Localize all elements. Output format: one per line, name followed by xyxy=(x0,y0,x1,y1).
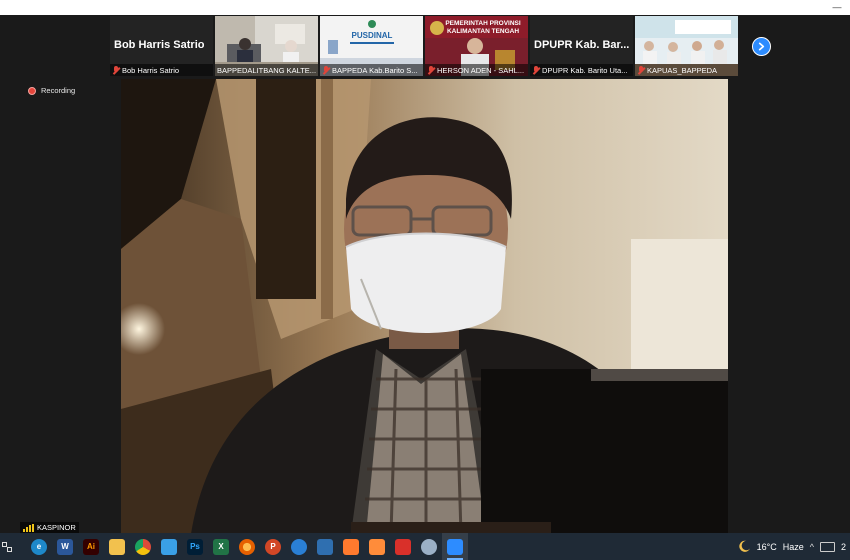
participant-filmstrip: Bob Harris Satrio Bob Harris Satrio BAPP… xyxy=(110,16,745,76)
banner-line-2: KALIMANTAN TENGAH xyxy=(447,28,519,35)
weather-condition[interactable]: Haze xyxy=(783,542,804,552)
participant-name: HERSON ADEN - SAHL... xyxy=(437,65,525,75)
next-page-button[interactable] xyxy=(752,37,771,56)
participant-caption: DPUPR Kab. Barito Uta... xyxy=(530,64,633,76)
participant-caption: BAPPEDALITBANG KALTE... xyxy=(215,64,318,76)
app5-icon[interactable] xyxy=(416,533,442,560)
powerpoint-icon[interactable]: P xyxy=(260,533,286,560)
system-tray: 16°C Haze ^ 2 xyxy=(738,533,850,560)
participant-display-name: Bob Harris Satrio xyxy=(114,39,205,51)
mic-muted-icon xyxy=(637,65,645,75)
firefox-icon[interactable] xyxy=(234,533,260,560)
participant-display-name: DPUPR Kab. Bar... xyxy=(534,39,630,51)
chevron-up-icon[interactable]: ^ xyxy=(810,542,814,552)
app4-icon[interactable] xyxy=(364,533,390,560)
app2-icon[interactable] xyxy=(312,533,338,560)
participant-name: BAPPEDALITBANG KALTE... xyxy=(217,65,317,75)
windows-taskbar: e W Ai Ps X P 16°C Haze ^ 2 xyxy=(0,533,850,560)
participant-tile[interactable]: KAPUAS_BAPPEDA xyxy=(635,16,738,76)
participant-name: BAPPEDA Kab.Barito S... xyxy=(332,65,418,75)
active-speaker-label: KASPINOR xyxy=(20,522,79,533)
photoshop-icon[interactable]: Ps xyxy=(182,533,208,560)
minimize-button[interactable]: — xyxy=(832,3,842,12)
excel-icon[interactable]: X xyxy=(208,533,234,560)
moon-weather-icon[interactable] xyxy=(738,540,751,553)
mic-muted-icon xyxy=(322,65,330,75)
participant-tile[interactable]: DPUPR Kab. Bar... DPUPR Kab. Barito Uta.… xyxy=(530,16,633,76)
mail-icon[interactable] xyxy=(156,533,182,560)
mic-muted-icon xyxy=(427,65,435,75)
chevron-right-icon xyxy=(758,42,765,51)
pusdinal-sign: PUSDINAL xyxy=(352,31,393,40)
participant-name: DPUPR Kab. Barito Uta... xyxy=(542,65,628,75)
participant-tile[interactable]: PEMERINTAH PROVINSI KALIMANTAN TENGAH HE… xyxy=(425,16,528,76)
word-icon[interactable]: W xyxy=(52,533,78,560)
participant-tile[interactable]: PUSDINAL BAPPEDA Kab.Barito S... xyxy=(320,16,423,76)
participant-caption: Bob Harris Satrio xyxy=(110,64,213,76)
illustrator-icon[interactable]: Ai xyxy=(78,533,104,560)
participant-tile[interactable]: BAPPEDALITBANG KALTE... xyxy=(215,16,318,76)
zoom-meeting-window: — Bob Harris Satrio Bob Harris Satrio BA… xyxy=(0,0,850,560)
active-speaker-name: KASPINOR xyxy=(37,523,76,532)
recording-dot-icon xyxy=(28,86,36,95)
participant-caption: BAPPEDA Kab.Barito S... xyxy=(320,64,423,76)
task-view-icon[interactable] xyxy=(0,533,14,560)
active-speaker-video xyxy=(121,79,728,534)
participant-caption: KAPUAS_BAPPEDA xyxy=(635,64,738,76)
banner-line-1: PEMERINTAH PROVINSI xyxy=(445,20,521,27)
signal-strength-icon xyxy=(23,524,34,532)
mic-muted-icon xyxy=(112,65,120,75)
clock[interactable]: 2 xyxy=(841,542,846,552)
recording-label: Recording xyxy=(41,86,76,95)
edge-icon[interactable]: e xyxy=(26,533,52,560)
acrobat-icon[interactable] xyxy=(390,533,416,560)
chrome-icon[interactable] xyxy=(130,533,156,560)
participant-name: Bob Harris Satrio xyxy=(122,65,180,75)
title-bar: — xyxy=(0,0,850,15)
keyboard-icon[interactable] xyxy=(819,541,835,552)
recording-indicator[interactable]: Recording xyxy=(28,86,75,95)
mic-muted-icon xyxy=(532,65,540,75)
participant-caption: HERSON ADEN - SAHL... xyxy=(425,64,528,76)
zoom-icon[interactable] xyxy=(442,533,468,560)
participant-tile[interactable]: Bob Harris Satrio Bob Harris Satrio xyxy=(110,16,213,76)
taskbar-apps: e W Ai Ps X P xyxy=(26,533,468,560)
participant-name: KAPUAS_BAPPEDA xyxy=(647,65,718,75)
app3-icon[interactable] xyxy=(338,533,364,560)
file-explorer-icon[interactable] xyxy=(104,533,130,560)
weather-temperature[interactable]: 16°C xyxy=(757,542,777,552)
speaker-video-frame xyxy=(121,79,728,534)
app-icon[interactable] xyxy=(286,533,312,560)
